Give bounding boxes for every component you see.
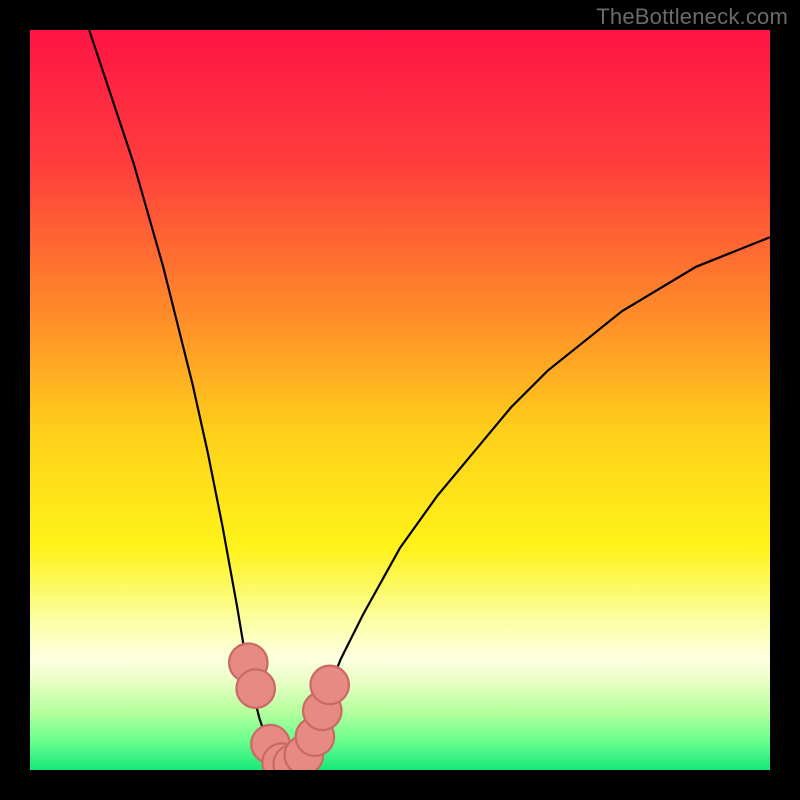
highlight-marker bbox=[310, 666, 348, 704]
outer-frame: TheBottleneck.com bbox=[0, 0, 800, 800]
bottleneck-chart bbox=[30, 30, 770, 770]
watermark-text: TheBottleneck.com bbox=[596, 4, 788, 30]
highlight-marker bbox=[236, 669, 274, 707]
chart-background bbox=[30, 30, 770, 770]
